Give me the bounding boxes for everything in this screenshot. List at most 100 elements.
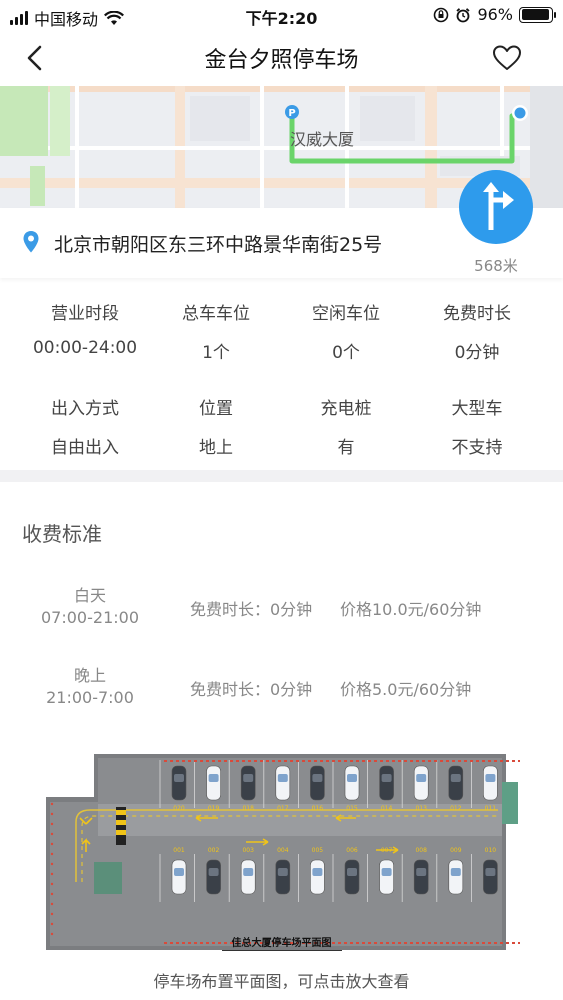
wall-marker	[50, 922, 54, 926]
info-value: 自由出入	[51, 438, 119, 458]
car-icon	[379, 859, 394, 895]
floorplan-caption: 停车场布置平面图，可点击放大查看	[153, 972, 410, 991]
boundary-mark	[470, 760, 473, 762]
spot-label: 013	[415, 805, 427, 812]
boundary-mark	[284, 760, 287, 762]
boundary-mark	[500, 760, 503, 762]
boundary-mark	[368, 760, 371, 762]
car-window	[174, 774, 184, 782]
car-window	[450, 774, 461, 782]
boundary-mark	[404, 760, 407, 762]
wall-marker	[50, 902, 54, 906]
car-window	[243, 774, 254, 782]
boundary-mark	[236, 760, 239, 762]
car-icon	[275, 859, 291, 895]
boundary-mark	[320, 760, 323, 762]
boundary-mark	[380, 760, 383, 762]
info-label: 大型车	[451, 399, 503, 419]
boundary-mark	[242, 760, 245, 762]
car-icon	[240, 859, 256, 895]
fee-section-title: 收费标准	[22, 522, 102, 546]
wall-marker	[50, 862, 54, 866]
favorite-heart-icon[interactable]	[491, 42, 523, 74]
boundary-mark	[302, 760, 305, 762]
fee-free-duration: 免费时长：0分钟	[190, 680, 313, 699]
car-icon	[206, 859, 221, 895]
info-value: 1个	[202, 343, 230, 363]
wall-marker	[50, 822, 54, 826]
boundary-mark	[314, 760, 317, 762]
boundary-mark	[458, 760, 461, 762]
boundary-mark	[164, 760, 167, 762]
info-label: 空闲车位	[312, 304, 380, 324]
boundary-mark	[428, 760, 431, 762]
info-access-mode: 出入方式 自由出入	[15, 394, 155, 458]
wall-marker	[50, 842, 54, 846]
spot-label: 012	[450, 805, 462, 812]
spot-label: 011	[485, 805, 497, 812]
car-window	[347, 868, 357, 876]
spot-label: 007	[381, 847, 393, 854]
boundary-mark	[326, 760, 329, 762]
rotation-lock-icon	[434, 7, 449, 22]
wall-marker	[50, 832, 54, 836]
spot-label: 004	[277, 847, 289, 854]
boundary-mark	[290, 760, 293, 762]
info-value: 00:00-24:00	[32, 338, 138, 358]
car-icon	[483, 859, 498, 895]
boundary-mark	[278, 760, 281, 762]
boundary-mark	[224, 760, 227, 762]
car-icon	[171, 765, 187, 801]
info-label: 总车车位	[182, 304, 250, 324]
spot-label: 005	[312, 847, 324, 854]
car-icon	[413, 859, 429, 895]
distance-label: 568米	[474, 257, 518, 275]
boundary-mark	[452, 760, 455, 762]
fee-row-day: 白天 07:00-21:00 免费时长：0分钟 价格10.0元/60分钟	[0, 585, 563, 635]
alarm-icon	[456, 7, 471, 22]
battery-icon	[519, 6, 556, 23]
info-free-duration: 免费时长 0分钟	[407, 299, 547, 363]
info-total-spaces: 总车车位 1个	[146, 299, 286, 363]
car-window	[416, 774, 427, 782]
floorplan-image[interactable]: 020 019 018 017 016 015 014 013 012 011 001 002 003…	[46, 752, 520, 952]
wall-marker	[50, 812, 54, 816]
boundary-mark	[488, 760, 491, 762]
car-window	[243, 868, 254, 876]
boundary-mark	[188, 760, 191, 762]
fee-period-time: 07:00-21:00	[41, 608, 139, 627]
parking-marker-label: P	[288, 108, 295, 119]
wall-marker	[50, 852, 54, 856]
fee-price: 价格10.0元/60分钟	[340, 600, 482, 619]
boundary-mark	[272, 760, 275, 762]
nav-bar: 金台夕照停车场	[0, 30, 563, 86]
car-window	[347, 774, 357, 782]
spot-label: 003	[242, 847, 254, 854]
car-icon	[448, 765, 464, 801]
map-poi-label: 汉威大厦	[290, 130, 355, 149]
wall-marker	[50, 802, 54, 806]
info-label: 充电桩	[320, 399, 372, 419]
status-right: 96%	[433, 5, 556, 24]
fee-free-duration: 免费时长：0分钟	[190, 600, 313, 619]
boundary-mark	[248, 760, 251, 762]
info-large-vehicle: 大型车 不支持	[407, 394, 547, 458]
car-window	[208, 868, 219, 876]
battery-fill	[521, 9, 550, 20]
car-icon	[483, 765, 498, 801]
fee-price: 价格5.0元/60分钟	[340, 680, 472, 699]
spot-label: 018	[242, 805, 254, 812]
boundary-mark	[464, 760, 467, 762]
boundary-mark	[512, 760, 515, 762]
car-window	[208, 774, 219, 782]
boundary-mark	[434, 760, 437, 762]
floorplan-title-underline	[222, 950, 342, 951]
boundary-mark	[260, 760, 263, 762]
boundary-mark	[344, 760, 347, 762]
fee-period-name: 白天	[73, 586, 106, 605]
navigate-button[interactable]	[459, 170, 533, 244]
car-window	[485, 774, 496, 782]
turn-right-arrow-icon	[483, 182, 514, 230]
info-value: 0个	[332, 343, 360, 363]
page-title: 金台夕照停车场	[204, 48, 359, 73]
